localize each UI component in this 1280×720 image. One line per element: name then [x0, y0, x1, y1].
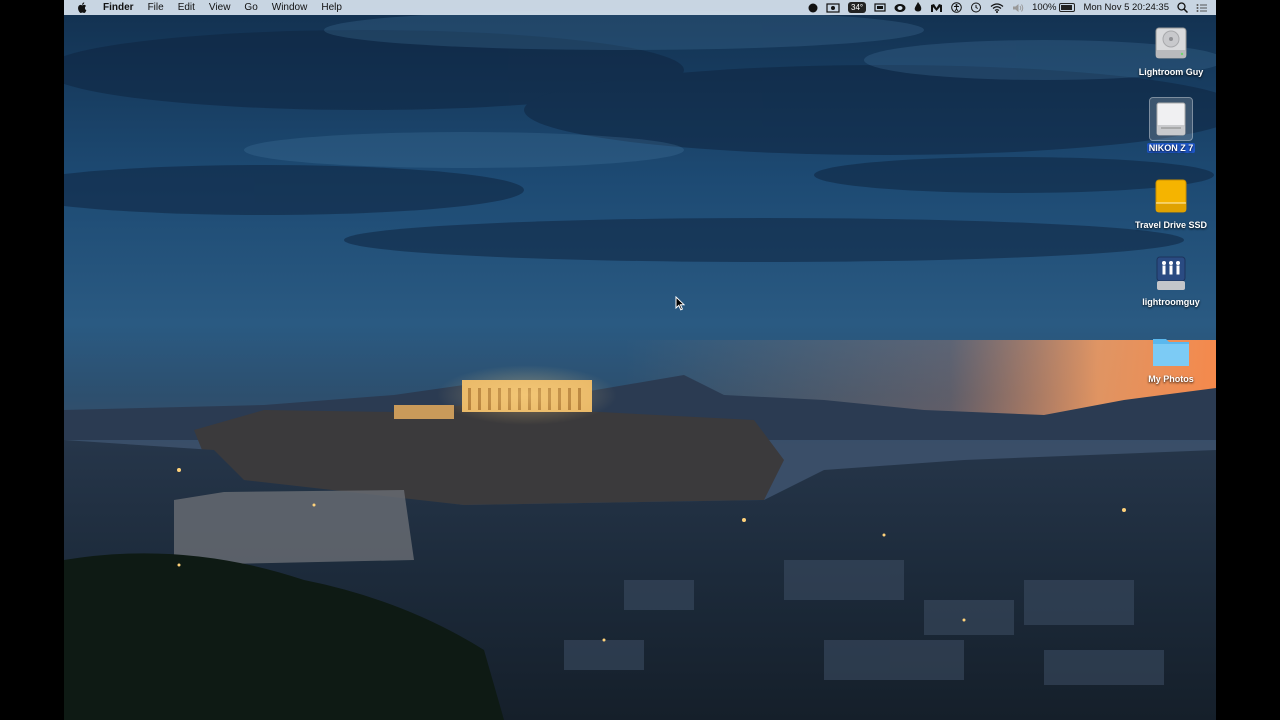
network-share-icon: [1150, 252, 1192, 294]
internal-hard-drive-icon: [1150, 22, 1192, 64]
memory-card-drive-icon: [1149, 97, 1193, 141]
temperature-status[interactable]: 34°: [844, 0, 870, 15]
temperature-text: 34°: [848, 2, 867, 13]
desktop-icon-label: Lightroom Guy: [1138, 67, 1204, 77]
menu-edit[interactable]: Edit: [171, 0, 202, 15]
menu-clock[interactable]: Mon Nov 5 20:24:35: [1079, 0, 1173, 15]
battery-percent: 100%: [1032, 2, 1057, 13]
desktop-icon-label: Travel Drive SSD: [1134, 220, 1208, 230]
menu-window[interactable]: Window: [265, 0, 315, 15]
desktop-icon-label: NIKON Z 7: [1146, 143, 1196, 153]
menu-view[interactable]: View: [202, 0, 238, 15]
desktop-icon-nikon-z7[interactable]: NIKON Z 7: [1121, 97, 1216, 153]
desktop-icon-lightroom-guy[interactable]: Lightroom Guy: [1121, 22, 1216, 77]
desktop-icon-travel-drive-ssd[interactable]: Travel Drive SSD: [1121, 175, 1216, 230]
apple-menu-icon[interactable]: [64, 2, 96, 13]
battery-status[interactable]: 100%: [1028, 0, 1079, 15]
menu-bar: Finder File Edit View Go Window Help 34°: [64, 0, 1216, 15]
external-drive-icon: [1150, 175, 1192, 217]
screenshot-app-icon[interactable]: [822, 0, 844, 15]
desktop-screen: Finder File Edit View Go Window Help 34°: [64, 0, 1216, 720]
desktop-icon-lightroomguy[interactable]: lightroomguy: [1121, 252, 1216, 307]
menu-file[interactable]: File: [141, 0, 171, 15]
display-icon[interactable]: [870, 0, 890, 15]
battery-icon: [1059, 3, 1076, 12]
creative-cloud-icon[interactable]: [890, 0, 910, 15]
desktop-icon-label: lightroomguy: [1142, 297, 1200, 307]
time-machine-icon[interactable]: [966, 0, 986, 15]
accessibility-icon[interactable]: [947, 0, 966, 15]
desktop-wallpaper: [64, 0, 1216, 720]
app-menu-finder[interactable]: Finder: [96, 0, 141, 15]
record-status-icon[interactable]: [804, 0, 822, 15]
desktop-icon-my-photos[interactable]: My Photos: [1121, 329, 1216, 384]
flame-app-icon[interactable]: [910, 0, 926, 15]
malwarebytes-icon[interactable]: [926, 0, 947, 15]
folder-icon: [1150, 329, 1192, 371]
menu-help[interactable]: Help: [314, 0, 349, 15]
mouse-pointer-icon: [675, 296, 685, 311]
notification-center-icon[interactable]: [1192, 0, 1216, 15]
spotlight-search-icon[interactable]: [1173, 0, 1192, 15]
desktop-icon-label: My Photos: [1148, 374, 1194, 384]
wifi-icon[interactable]: [986, 0, 1008, 15]
volume-icon[interactable]: [1008, 0, 1028, 15]
menu-go[interactable]: Go: [237, 0, 264, 15]
